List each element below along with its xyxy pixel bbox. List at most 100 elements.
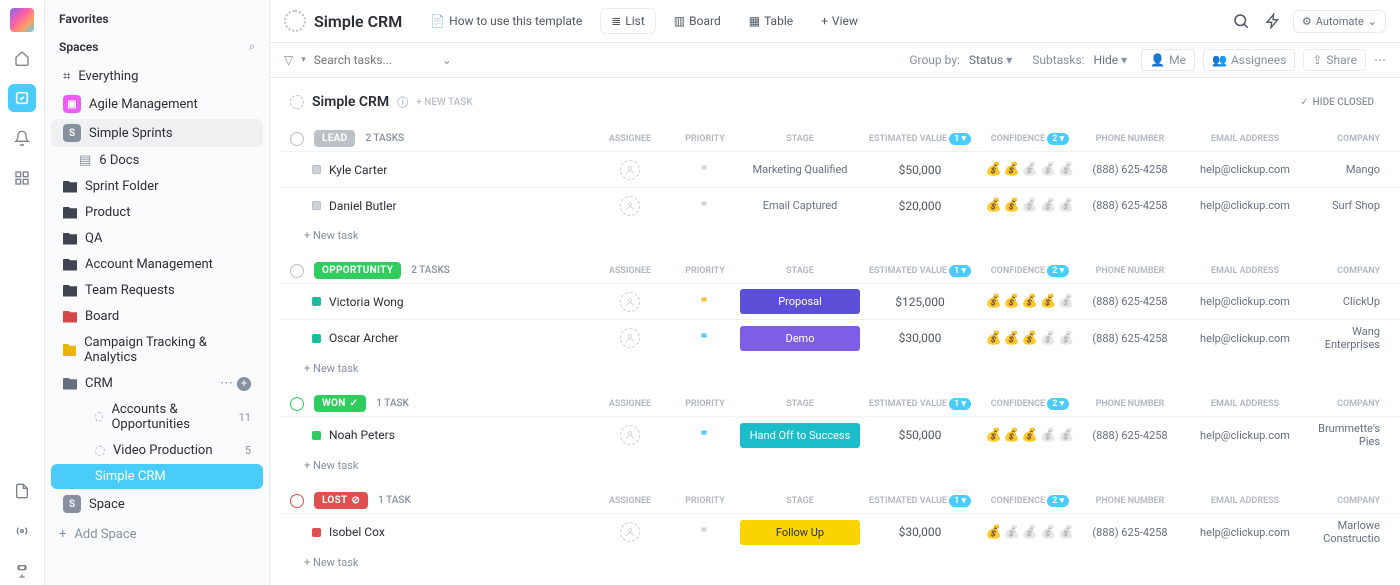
- add-icon[interactable]: +: [237, 377, 251, 391]
- col-phone[interactable]: Phone Number: [1080, 134, 1180, 144]
- groupby-dropdown[interactable]: Group by: Status▾: [903, 50, 1018, 70]
- col-est-value[interactable]: Estimated Value 1 ▾: [860, 265, 980, 277]
- filter-icon[interactable]: ▽: [284, 53, 293, 67]
- hide-closed-button[interactable]: ✓HIDE CLOSED: [1300, 97, 1374, 108]
- add-view[interactable]: +View: [811, 9, 868, 33]
- email-address[interactable]: help@clickup.com: [1180, 295, 1310, 308]
- col-est-value[interactable]: Estimated Value 1 ▾: [860, 133, 980, 145]
- list-collapse-icon[interactable]: [290, 95, 304, 109]
- status-square-icon[interactable]: [312, 201, 321, 210]
- col-confidence[interactable]: Confidence 2 ▾: [980, 133, 1080, 145]
- status-square-icon[interactable]: [312, 431, 321, 440]
- col-priority[interactable]: Priority: [670, 266, 740, 276]
- email-address[interactable]: help@clickup.com: [1180, 163, 1310, 176]
- col-email[interactable]: Email Address: [1180, 399, 1310, 409]
- company-name[interactable]: Mango: [1310, 163, 1390, 176]
- status-pill[interactable]: LEAD: [314, 130, 355, 147]
- priority-flag[interactable]: [670, 296, 740, 308]
- stage-cell[interactable]: Follow Up: [740, 520, 860, 545]
- goals-icon[interactable]: [8, 557, 36, 585]
- assign-button[interactable]: [620, 292, 640, 312]
- phone-number[interactable]: (888) 625-4258: [1080, 526, 1180, 539]
- info-icon[interactable]: ⓘ: [397, 94, 408, 110]
- phone-number[interactable]: (888) 625-4258: [1080, 295, 1180, 308]
- col-priority[interactable]: Priority: [670, 399, 740, 409]
- sidebar-campaign[interactable]: Campaign Tracking & Analytics: [51, 330, 263, 370]
- estimated-value[interactable]: $30,000: [860, 331, 980, 345]
- apps-icon[interactable]: [8, 164, 36, 192]
- assign-button[interactable]: [620, 196, 640, 216]
- group-header[interactable]: OPPORTUNITY 2 TASKS Assignee Priority St…: [280, 258, 1400, 283]
- group-toggle-icon[interactable]: [290, 397, 304, 411]
- col-stage[interactable]: Stage: [740, 266, 860, 276]
- task-row[interactable]: Noah Peters Hand Off to Success $50,000 …: [280, 416, 1400, 453]
- more-icon[interactable]: ⋯: [220, 376, 233, 391]
- col-confidence[interactable]: Confidence 2 ▾: [980, 265, 1080, 277]
- assignees-filter[interactable]: 👥Assignees: [1203, 49, 1295, 71]
- assign-button[interactable]: [620, 328, 640, 348]
- status-square-icon[interactable]: [312, 165, 321, 174]
- sidebar-docs[interactable]: ▤6 Docs: [51, 148, 263, 173]
- new-task-link[interactable]: + New task: [280, 550, 1400, 575]
- sidebar-crm[interactable]: CRM⋯+: [51, 371, 263, 396]
- group-toggle-icon[interactable]: [290, 264, 304, 278]
- col-priority[interactable]: Priority: [670, 134, 740, 144]
- sidebar-everything[interactable]: ⌗Everything: [51, 64, 263, 89]
- col-confidence[interactable]: Confidence 2 ▾: [980, 495, 1080, 507]
- group-header[interactable]: LOST⊘ 1 TASK Assignee Priority Stage Est…: [280, 488, 1400, 513]
- status-pill[interactable]: WON✓: [314, 395, 366, 412]
- confidence-rating[interactable]: 💰💰💰💰💰: [980, 331, 1080, 346]
- col-est-value[interactable]: Estimated Value 1 ▾: [860, 495, 980, 507]
- assign-button[interactable]: [620, 522, 640, 542]
- col-assignee[interactable]: Assignee: [590, 399, 670, 409]
- estimated-value[interactable]: $20,000: [860, 199, 980, 213]
- col-company[interactable]: Company: [1310, 134, 1390, 144]
- group-header[interactable]: WON✓ 1 TASK Assignee Priority Stage Esti…: [280, 391, 1400, 416]
- howto-link[interactable]: 📄How to use this template: [420, 9, 592, 33]
- confidence-rating[interactable]: 💰💰💰💰💰: [980, 525, 1080, 540]
- status-pill[interactable]: OPPORTUNITY: [314, 262, 401, 279]
- priority-flag[interactable]: [670, 200, 740, 212]
- more-icon[interactable]: ⋯: [1374, 53, 1386, 67]
- group-toggle-icon[interactable]: [290, 132, 304, 146]
- status-square-icon[interactable]: [312, 297, 321, 306]
- task-row[interactable]: Daniel Butler Email Captured $20,000 💰💰💰…: [280, 187, 1400, 223]
- status-square-icon[interactable]: [312, 334, 321, 343]
- col-priority[interactable]: Priority: [670, 496, 740, 506]
- sidebar-team-requests[interactable]: Team Requests: [51, 278, 263, 303]
- task-row[interactable]: Isobel Cox Follow Up $30,000 💰💰💰💰💰 (888)…: [280, 513, 1400, 550]
- company-name[interactable]: Marlowe Constructio: [1310, 519, 1390, 545]
- share-button[interactable]: ⇪Share: [1303, 49, 1366, 71]
- phone-number[interactable]: (888) 625-4258: [1080, 163, 1180, 176]
- new-task-link[interactable]: + New task: [280, 223, 1400, 248]
- col-email[interactable]: Email Address: [1180, 134, 1310, 144]
- confidence-rating[interactable]: 💰💰💰💰💰: [980, 198, 1080, 213]
- priority-flag[interactable]: [670, 429, 740, 441]
- priority-flag[interactable]: [670, 332, 740, 344]
- tasks-icon[interactable]: [8, 84, 36, 112]
- task-row[interactable]: Victoria Wong Proposal $125,000 💰💰💰💰💰 (8…: [280, 283, 1400, 319]
- col-company[interactable]: Company: [1310, 266, 1390, 276]
- chevron-down-icon[interactable]: ⌄: [442, 53, 452, 67]
- view-board[interactable]: ▥Board: [664, 9, 731, 33]
- phone-number[interactable]: (888) 625-4258: [1080, 199, 1180, 212]
- phone-number[interactable]: (888) 625-4258: [1080, 429, 1180, 442]
- stage-cell[interactable]: Proposal: [740, 289, 860, 314]
- col-phone[interactable]: Phone Number: [1080, 496, 1180, 506]
- bolt-icon[interactable]: [1261, 9, 1285, 33]
- col-email[interactable]: Email Address: [1180, 496, 1310, 506]
- col-assignee[interactable]: Assignee: [590, 266, 670, 276]
- chevron-down-icon[interactable]: ▾: [301, 55, 306, 65]
- stage-cell[interactable]: Hand Off to Success: [740, 423, 860, 448]
- view-list[interactable]: ≣List: [600, 8, 656, 34]
- task-row[interactable]: Kyle Carter Marketing Qualified $50,000 …: [280, 151, 1400, 187]
- sidebar-sprint-folder[interactable]: Sprint Folder: [51, 174, 263, 199]
- col-phone[interactable]: Phone Number: [1080, 399, 1180, 409]
- favorites-header[interactable]: Favorites: [45, 8, 269, 30]
- spaces-header[interactable]: Spaces⌕: [45, 36, 269, 58]
- confidence-rating[interactable]: 💰💰💰💰💰: [980, 162, 1080, 177]
- col-stage[interactable]: Stage: [740, 399, 860, 409]
- search-icon[interactable]: ⌕: [249, 40, 255, 54]
- email-address[interactable]: help@clickup.com: [1180, 199, 1310, 212]
- col-confidence[interactable]: Confidence 2 ▾: [980, 398, 1080, 410]
